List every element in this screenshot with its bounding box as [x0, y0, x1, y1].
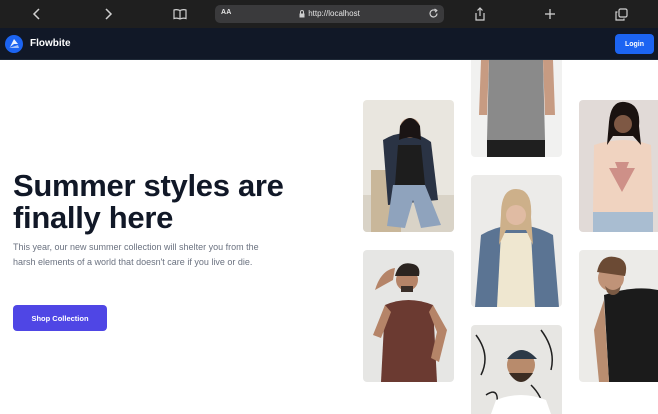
address-bar[interactable]: AA http://localhost [215, 5, 444, 23]
share-icon[interactable] [471, 5, 489, 23]
hero-title: Summer styles are finally here [13, 168, 284, 235]
product-photo-man-brown-tshirt[interactable] [363, 250, 454, 382]
browser-toolbar: AA http://localhost [0, 0, 658, 28]
forward-icon[interactable] [99, 5, 117, 23]
shop-collection-button[interactable]: Shop Collection [13, 305, 107, 331]
tabs-icon[interactable] [612, 5, 630, 23]
url-text: http://localhost [308, 9, 360, 18]
product-photo-man-black-tshirt[interactable] [579, 250, 658, 382]
login-button[interactable]: Login [615, 34, 654, 54]
product-photo-man-beanie[interactable] [471, 325, 562, 414]
product-photo-woman-pink-tshirt[interactable] [579, 100, 658, 232]
back-icon[interactable] [28, 5, 46, 23]
product-photo-woman-blonde-denim[interactable] [471, 175, 562, 307]
reload-icon[interactable] [428, 8, 439, 19]
flowbite-logo-icon[interactable] [5, 35, 23, 53]
product-photo-man-grey-tshirt[interactable] [471, 60, 562, 157]
new-tab-icon[interactable] [541, 5, 559, 23]
brand-name[interactable]: Flowbite [30, 38, 71, 49]
product-photo-woman-denim-jacket[interactable] [363, 100, 454, 232]
hero-description: This year, our new summer collection wil… [13, 242, 259, 267]
site-navbar: Flowbite Login [0, 28, 658, 60]
reader-icon[interactable] [171, 5, 189, 23]
lock-icon [299, 9, 305, 18]
